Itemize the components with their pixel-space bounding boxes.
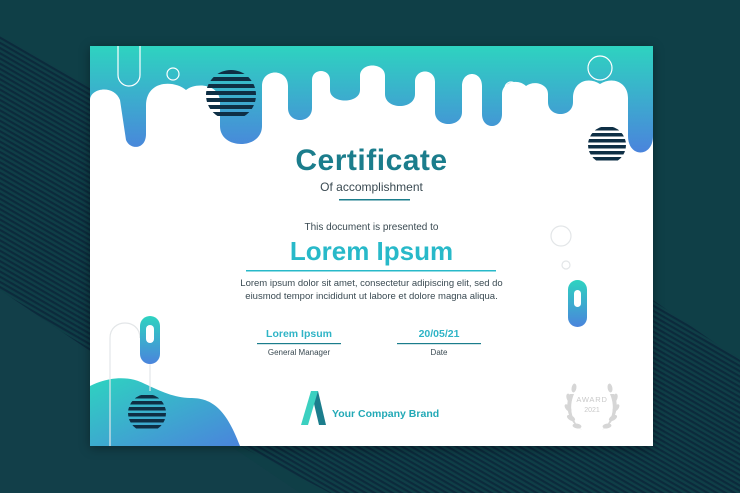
company-brand: Your Company Brand — [332, 408, 440, 420]
certificate-body: Lorem ipsum dolor sit amet, consectetur … — [240, 278, 503, 302]
outline-capsule-right — [504, 81, 518, 115]
letter-a-logo-icon — [301, 391, 326, 425]
signature-line-left — [257, 343, 341, 345]
award-year: 2021 — [584, 407, 600, 414]
signature-role: General Manager — [267, 348, 331, 357]
name-underline — [246, 270, 496, 272]
certificate-card: Certificate Of accomplishment This docum… — [90, 46, 653, 446]
recipient-name: Lorem Ipsum — [289, 236, 454, 266]
signature-line-right — [397, 343, 481, 345]
date-label: Date — [430, 348, 448, 357]
bottom-wave — [90, 378, 240, 446]
award-label: AWARD — [576, 395, 608, 404]
certificate-title: Certificate — [295, 144, 448, 177]
certificate-subtitle: Of accomplishment — [320, 180, 423, 194]
presented-to-text: This document is presented to — [304, 222, 439, 233]
date-value: 20/05/21 — [418, 328, 460, 340]
signature-name: Lorem Ipsum — [266, 328, 332, 340]
title-underline — [339, 199, 410, 201]
top-wave — [90, 46, 653, 153]
